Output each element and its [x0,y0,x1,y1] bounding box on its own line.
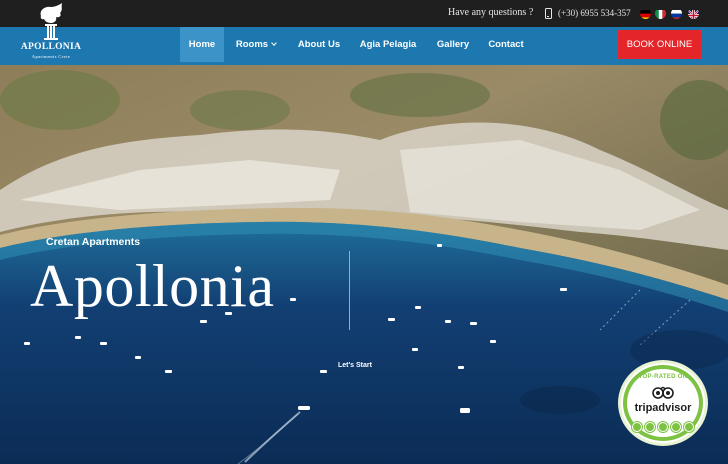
lets-start-link[interactable]: Let's Start [338,362,372,369]
site-logo[interactable]: APOLLONIA Apartments Crete [0,0,100,65]
logo-name: APOLLONIA [20,42,82,52]
nav-contact[interactable]: Contact [484,27,528,62]
flag-it-icon[interactable] [655,8,666,19]
badge-top-rated: TOP-RATED ON [638,374,688,380]
book-online-button[interactable]: BOOK ONLINE [618,30,701,59]
nav-gallery[interactable]: Gallery [431,27,475,62]
rating-bubble [658,422,668,432]
phone-icon [545,8,552,19]
hero-divider [349,251,350,330]
badge-wordmark: tripadvisor [634,402,692,414]
flag-ru-icon[interactable] [671,8,682,19]
logo-tagline: Apartments Crete [31,54,71,59]
nav-about-us[interactable]: About Us [292,27,346,62]
rating-bubble [645,422,655,432]
nav-rooms[interactable]: Rooms [232,27,280,62]
rating-bubble [632,422,642,432]
nav-gallery-label: Gallery [436,39,470,50]
nav-home[interactable]: Home [180,27,224,62]
tripadvisor-owl-icon [652,386,674,399]
nav-home-label: Home [188,39,216,50]
hero-title: Apollonia [30,253,275,319]
rating-bubble [684,422,694,432]
apollo-emblem-icon [40,3,62,40]
rating-bubble [671,422,681,432]
nav-about-label: About Us [297,39,341,50]
tripadvisor-badge[interactable]: TOP-RATED ON tripadvisor [618,360,708,446]
nav-agia-pelagia-label: Agia Pelagia [359,39,417,50]
nav-agia-pelagia[interactable]: Agia Pelagia [354,27,422,62]
phone-number[interactable]: (+30) 6955 534-357 [558,8,631,18]
chevron-down-icon [271,40,277,46]
nav-contact-label: Contact [488,39,524,50]
top-bar: Have any questions ? (+30) 6955 534-357 [0,0,728,27]
questions-text: Have any questions ? [448,7,534,18]
rating-bubbles [632,422,694,432]
hero-subtitle: Cretan Apartments [46,236,141,248]
flag-en-icon[interactable] [688,8,699,19]
flag-de-icon[interactable] [640,8,651,19]
nav-rooms-label: Rooms [235,39,269,50]
